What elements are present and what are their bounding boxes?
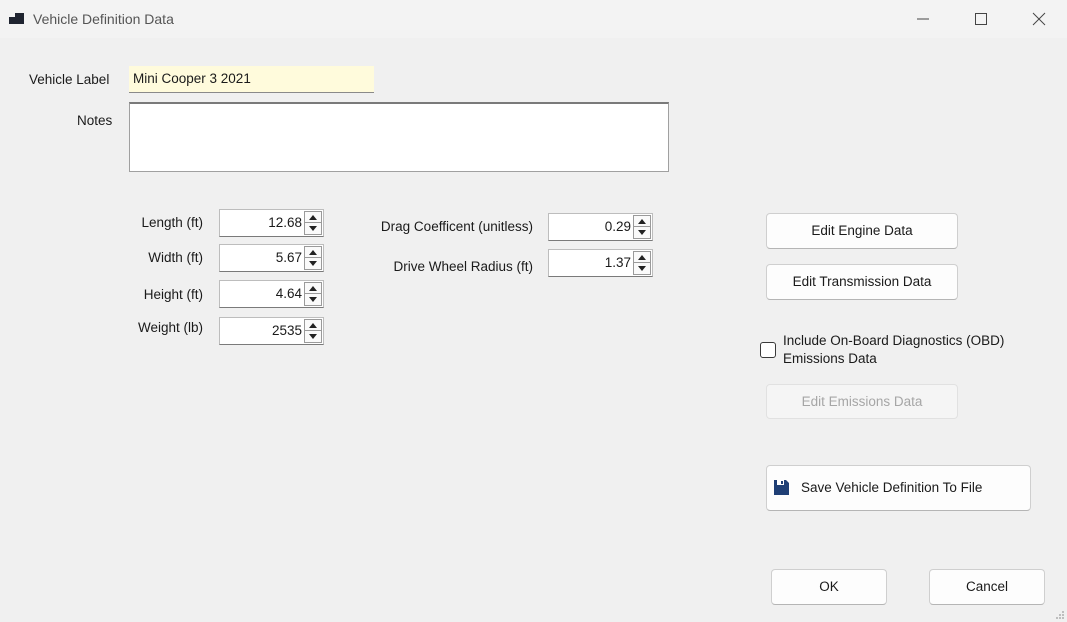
spin-up-button[interactable] [634,216,650,227]
triangle-down-icon [309,297,317,302]
spin-down-button[interactable] [305,331,321,342]
obd-checkbox-label-line2[interactable]: Emissions Data [783,351,877,366]
close-icon [1032,12,1046,26]
save-vehicle-definition-label: Save Vehicle Definition To File [801,480,983,495]
edit-engine-data-button[interactable]: Edit Engine Data [766,213,958,249]
maximize-button[interactable] [952,0,1010,38]
width-value[interactable]: 5.67 [276,250,302,265]
resize-grip-icon[interactable] [1055,610,1065,620]
spin-up-button[interactable] [634,252,650,263]
ok-button[interactable]: OK [771,569,887,605]
length-spin-buttons[interactable] [304,211,322,235]
triangle-down-icon [309,226,317,231]
window-title: Vehicle Definition Data [33,11,174,27]
close-button[interactable] [1010,0,1067,38]
save-vehicle-definition-button[interactable]: Save Vehicle Definition To File [766,465,1031,511]
triangle-up-icon [309,250,317,255]
width-spinner[interactable]: 5.67 [219,244,324,272]
drag-coefficient-label: Drag Coefficent (unitless) [380,219,533,234]
weight-spin-buttons[interactable] [304,319,322,343]
height-value[interactable]: 4.64 [276,286,302,301]
edit-emissions-data-button[interactable]: Edit Emissions Data [766,384,958,419]
edit-engine-data-label: Edit Engine Data [811,223,913,238]
edit-transmission-data-button[interactable]: Edit Transmission Data [766,264,958,300]
maximize-icon [975,13,987,25]
floppy-disk-icon [774,480,789,495]
spin-up-button[interactable] [305,320,321,331]
drive-wheel-radius-spin-buttons[interactable] [633,251,651,275]
length-value[interactable]: 12.68 [268,215,302,230]
drive-wheel-radius-value[interactable]: 1.37 [605,255,631,270]
obd-checkbox-label-line1[interactable]: Include On-Board Diagnostics (OBD) [783,333,1004,348]
vehicle-label-input[interactable]: Mini Cooper 3 2021 [129,66,374,93]
drive-wheel-radius-label: Drive Wheel Radius (ft) [393,259,533,274]
length-label: Length (ft) [141,215,203,230]
triangle-up-icon [309,215,317,220]
cancel-label: Cancel [965,579,1009,594]
height-spinner[interactable]: 4.64 [219,280,324,308]
spin-up-button[interactable] [305,283,321,294]
obd-checkbox[interactable] [760,342,776,358]
height-label: Height (ft) [143,287,203,302]
triangle-down-icon [638,266,646,271]
title-bar: Vehicle Definition Data [0,0,1067,38]
spin-up-button[interactable] [305,247,321,258]
triangle-down-icon [309,334,317,339]
drag-coefficient-spinner[interactable]: 0.29 [548,213,653,241]
spin-down-button[interactable] [634,227,650,238]
vehicle-label-caption: Vehicle Label [29,72,110,87]
minimize-button[interactable] [894,0,952,38]
width-label: Width (ft) [148,250,203,265]
spin-up-button[interactable] [305,212,321,223]
cancel-button[interactable]: Cancel [929,569,1045,605]
spin-down-button[interactable] [305,294,321,305]
ok-label: OK [819,579,839,594]
drag-coefficient-spin-buttons[interactable] [633,215,651,239]
triangle-up-icon [638,219,646,224]
triangle-up-icon [309,286,317,291]
spin-down-button[interactable] [305,223,321,234]
edit-transmission-data-label: Edit Transmission Data [792,274,932,289]
triangle-down-icon [309,261,317,266]
edit-emissions-data-label: Edit Emissions Data [801,394,923,409]
height-spin-buttons[interactable] [304,282,322,306]
notes-caption: Notes [77,113,113,128]
drag-coefficient-value[interactable]: 0.29 [605,219,631,234]
triangle-up-icon [638,255,646,260]
drive-wheel-radius-spinner[interactable]: 1.37 [548,249,653,277]
notes-textarea[interactable] [129,102,669,172]
width-spin-buttons[interactable] [304,246,322,270]
app-window-icon [9,11,25,27]
triangle-down-icon [638,230,646,235]
minimize-icon [917,18,929,20]
weight-value[interactable]: 2535 [272,323,302,338]
spin-down-button[interactable] [305,258,321,269]
length-spinner[interactable]: 12.68 [219,209,324,237]
triangle-up-icon [309,323,317,328]
weight-spinner[interactable]: 2535 [219,317,324,345]
weight-label: Weight (lb) [137,320,203,335]
spin-down-button[interactable] [634,263,650,274]
